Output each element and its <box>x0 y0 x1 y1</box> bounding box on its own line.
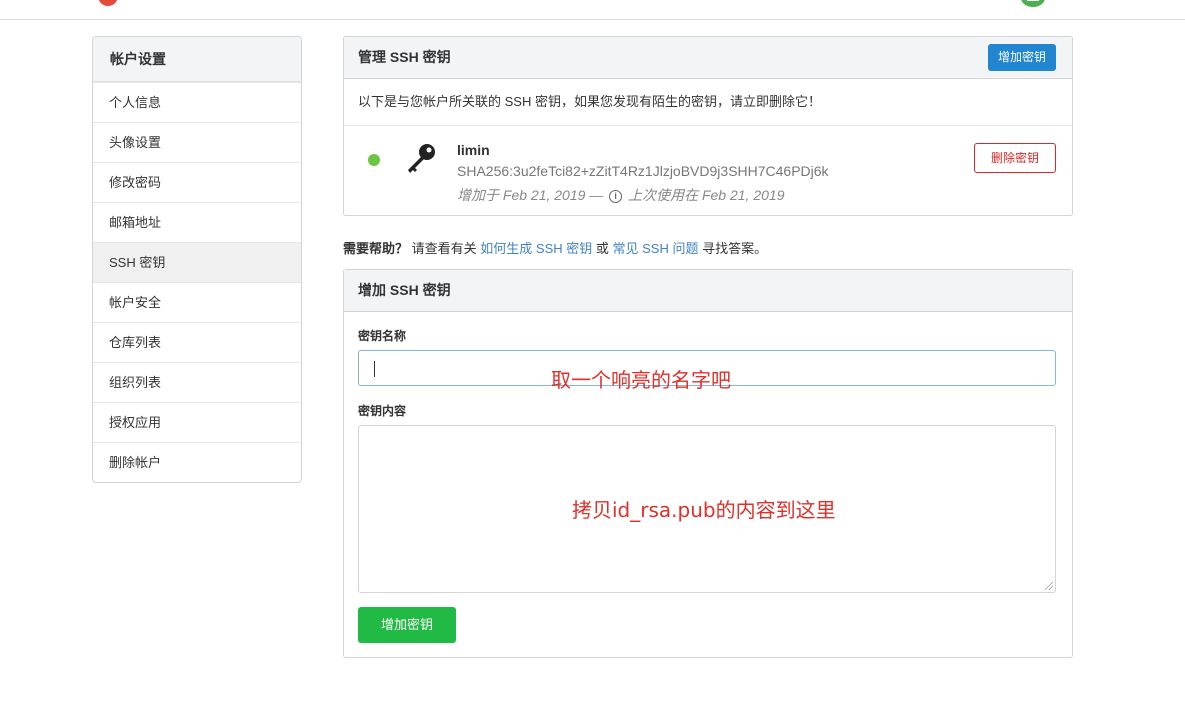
sidebar-item-repos[interactable]: 仓库列表 <box>93 322 301 362</box>
add-panel-header: 增加 SSH 密钥 <box>344 270 1072 312</box>
help-text: 需要帮助？ 请查看有关 如何生成 SSH 密钥 或 常见 SSH 问题 寻找答案… <box>343 238 767 257</box>
key-name-annotation: 取一个响亮的名字吧 <box>551 368 731 392</box>
add-key-submit-button[interactable]: 增加密钥 <box>358 607 456 643</box>
key-fingerprint: SHA256:3u2feTci82+zZitT4Rz1JlzjoBVD9j3SH… <box>457 163 829 179</box>
avatar[interactable] <box>1018 0 1048 10</box>
ssh-keys-notice: 以下是与您帐户所关联的 SSH 密钥，如果您发现有陌生的密钥，请立即删除它！ <box>344 79 1072 126</box>
help-text-2: 或 <box>595 241 609 256</box>
sidebar-item-applications[interactable]: 授权应用 <box>93 402 301 442</box>
key-icon <box>408 144 435 173</box>
key-meta: 增加于 Feb 21, 2019 — i 上次使用在 Feb 21, 2019 <box>457 185 784 205</box>
sidebar-item-avatar[interactable]: 头像设置 <box>93 122 301 162</box>
help-text-1: 请查看有关 <box>411 241 477 256</box>
info-icon: i <box>609 190 623 203</box>
key-last-used: 上次使用在 Feb 21, 2019 <box>628 187 785 203</box>
key-added-date: 增加于 Feb 21, 2019 — <box>457 187 604 203</box>
key-content-annotation: 拷贝id_rsa.pub的内容到这里 <box>572 498 836 522</box>
resize-handle-icon[interactable] <box>1045 582 1053 590</box>
manage-panel-header: 管理 SSH 密钥 增加密钥 <box>344 37 1072 79</box>
sidebar-item-orgs[interactable]: 组织列表 <box>93 362 301 402</box>
key-content-label: 密钥内容 <box>358 404 407 418</box>
add-ssh-key-panel: 增加 SSH 密钥 密钥名称 密钥内容 增加密钥 <box>343 269 1073 658</box>
sidebar-item-ssh-keys[interactable]: SSH 密钥 <box>93 242 301 282</box>
sidebar-item-email[interactable]: 邮箱地址 <box>93 202 301 242</box>
help-lead: 需要帮助？ <box>343 241 409 256</box>
help-text-3: 寻找答案。 <box>702 241 768 256</box>
sidebar-title: 帐户设置 <box>93 37 301 82</box>
how-to-generate-ssh-key-link[interactable]: 如何生成 SSH 密钥 <box>480 241 592 256</box>
sidebar-item-password[interactable]: 修改密码 <box>93 162 301 202</box>
sidebar-item-security[interactable]: 帐户安全 <box>93 282 301 322</box>
manage-ssh-keys-panel: 管理 SSH 密钥 增加密钥 以下是与您帐户所关联的 SSH 密钥，如果您发现有… <box>343 36 1073 216</box>
gitea-logo-icon[interactable] <box>93 0 123 8</box>
ssh-key-item: limin SHA256:3u2feTci82+zZitT4Rz1JlzjoBV… <box>344 126 1072 215</box>
delete-key-button[interactable]: 删除密钥 <box>973 143 1056 173</box>
key-status-dot <box>368 154 380 166</box>
settings-sidebar: 帐户设置 个人信息 头像设置 修改密码 邮箱地址 SSH 密钥 帐户安全 仓库列… <box>92 36 302 483</box>
sidebar-item-delete-account[interactable]: 删除帐户 <box>93 442 301 482</box>
sidebar-item-profile[interactable]: 个人信息 <box>93 82 301 122</box>
text-caret <box>374 361 375 377</box>
common-ssh-problems-link[interactable]: 常见 SSH 问题 <box>613 241 699 256</box>
key-name-label: 密钥名称 <box>358 329 407 343</box>
add-panel-title: 增加 SSH 密钥 <box>358 282 451 298</box>
manage-panel-title: 管理 SSH 密钥 <box>358 49 451 65</box>
top-navbar <box>0 0 1185 20</box>
key-name: limin <box>457 142 490 158</box>
add-key-header-button[interactable]: 增加密钥 <box>987 44 1056 71</box>
